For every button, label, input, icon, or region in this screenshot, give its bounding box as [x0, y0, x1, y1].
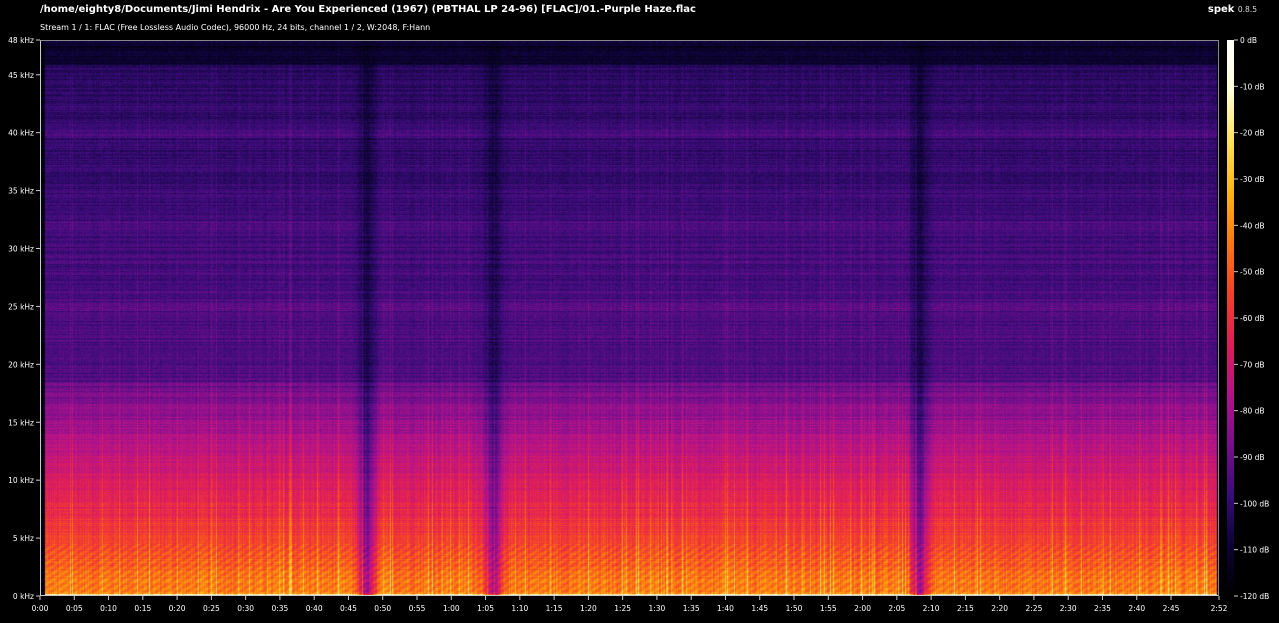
time-tick-label: 2:05 — [888, 604, 905, 613]
time-tick-label: 0:10 — [100, 604, 117, 613]
db-tick-label: -70 dB — [1240, 360, 1265, 369]
time-tick-label: 1:35 — [683, 604, 700, 613]
freq-tick-label: 20 kHz — [8, 360, 34, 369]
time-tick-label: 1:00 — [443, 604, 460, 613]
time-tick-label: 1:55 — [820, 604, 837, 613]
time-tick-label: 0:05 — [66, 604, 83, 613]
freq-tick-label: 40 kHz — [8, 129, 34, 138]
db-tick-label: -10 dB — [1240, 82, 1265, 91]
freq-tick-label: 0 kHz — [13, 592, 34, 601]
time-tick-label: 2:20 — [991, 604, 1008, 613]
freq-tick-label: 5 kHz — [13, 534, 34, 543]
time-tick-label: 2:52 — [1211, 604, 1228, 613]
app-brand: spek 0.8.5 — [1208, 4, 1257, 15]
time-tick-label: 0:45 — [340, 604, 357, 613]
time-tick-label: 0:25 — [203, 604, 220, 613]
time-tick-label: 0:20 — [169, 604, 186, 613]
time-tick-label: 2:25 — [1026, 604, 1043, 613]
time-tick-label: 1:50 — [786, 604, 803, 613]
app-version-label: 0.8.5 — [1237, 5, 1257, 14]
time-tick-label: 2:40 — [1128, 604, 1145, 613]
time-tick-label: 2:00 — [854, 604, 871, 613]
app-name-label: spek — [1207, 4, 1235, 15]
db-tick-label: -40 dB — [1240, 221, 1265, 230]
time-tick-label: 0:50 — [374, 604, 391, 613]
file-path-title: /home/eighty8/Documents/Jimi Hendrix - A… — [40, 4, 696, 15]
db-tick-label: -90 dB — [1240, 453, 1265, 462]
freq-tick-label: 25 kHz — [8, 302, 34, 311]
db-tick-label: -30 dB — [1240, 175, 1265, 184]
freq-tick-label: 48 kHz — [8, 36, 34, 45]
freq-tick-label: 35 kHz — [8, 187, 34, 196]
db-tick-label: 0 dB — [1240, 36, 1257, 45]
time-tick-label: 0:35 — [271, 604, 288, 613]
db-tick-label: -60 dB — [1240, 314, 1265, 323]
time-tick-label: 1:40 — [717, 604, 734, 613]
freq-tick-label: 45 kHz — [8, 71, 34, 80]
time-tick-label: 0:55 — [409, 604, 426, 613]
stream-info-label: Stream 1 / 1: FLAC (Free Lossless Audio … — [40, 23, 431, 32]
db-tick-label: -100 dB — [1240, 499, 1269, 508]
time-tick-label: 1:05 — [477, 604, 494, 613]
time-tick-label: 1:15 — [546, 604, 563, 613]
time-tick-label: 0:40 — [306, 604, 323, 613]
db-tick-label: -120 dB — [1240, 592, 1269, 601]
time-tick-label: 2:15 — [957, 604, 974, 613]
freq-tick-label: 15 kHz — [8, 418, 34, 427]
db-tick-label: -80 dB — [1240, 407, 1265, 416]
time-tick-label: 0:30 — [237, 604, 254, 613]
db-tick-label: -50 dB — [1240, 268, 1265, 277]
freq-tick-label: 30 kHz — [8, 245, 34, 254]
time-tick-label: 2:10 — [923, 604, 940, 613]
time-tick-label: 1:20 — [580, 604, 597, 613]
spectrogram-plot[interactable] — [40, 40, 1219, 596]
time-tick-label: 1:10 — [511, 604, 528, 613]
time-tick-label: 2:45 — [1163, 604, 1180, 613]
time-tick-label: 2:35 — [1094, 604, 1111, 613]
db-tick-label: -110 dB — [1240, 546, 1269, 555]
spectrogram-canvas — [41, 41, 1218, 595]
time-tick-label: 0:15 — [134, 604, 151, 613]
time-tick-label: 1:30 — [648, 604, 665, 613]
time-tick-label: 0:00 — [32, 604, 49, 613]
time-tick-label: 2:30 — [1060, 604, 1077, 613]
freq-tick-label: 10 kHz — [8, 476, 34, 485]
time-tick-label: 1:45 — [751, 604, 768, 613]
db-colorbar — [1227, 40, 1234, 596]
time-tick-label: 1:25 — [614, 604, 631, 613]
db-tick-label: -20 dB — [1240, 129, 1265, 138]
